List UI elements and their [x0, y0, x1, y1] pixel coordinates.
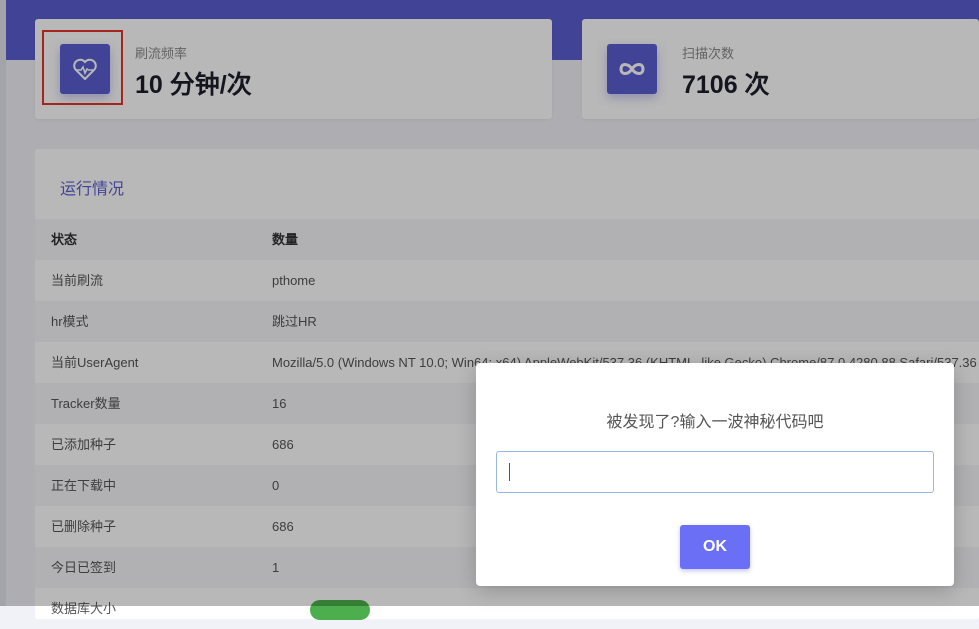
dialog-title: 被发现了?输入一波神秘代码吧: [606, 414, 824, 431]
secret-code-input[interactable]: [496, 451, 934, 493]
ok-button[interactable]: OK: [680, 525, 750, 569]
text-caret: [509, 463, 510, 481]
prompt-dialog: 被发现了?输入一波神秘代码吧 OK: [476, 363, 954, 586]
